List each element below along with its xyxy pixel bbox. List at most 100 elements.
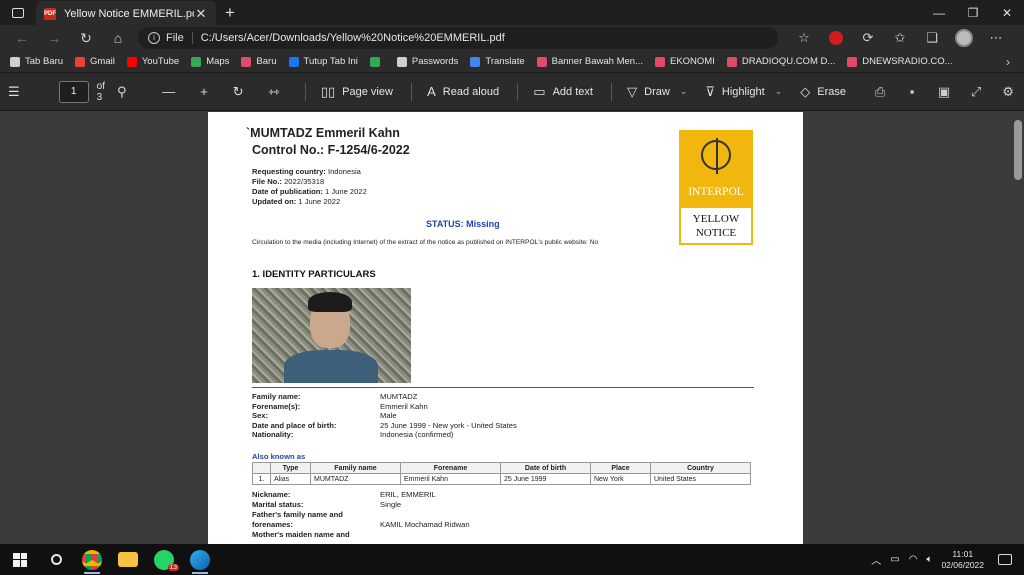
page-view-button[interactable]: ▯▯ Page view [321,84,393,100]
bookmark-label: Translate [485,56,525,67]
favorite-add-icon[interactable]: ☆ [788,30,820,46]
profile-avatar-icon[interactable] [948,29,980,47]
more-options-icon[interactable]: ⋯ [980,30,1012,46]
field-label: Nationality: [252,430,294,440]
search-icon[interactable]: ⚲ [117,84,134,100]
zoom-out-icon[interactable]: — [162,84,182,99]
home-icon[interactable]: ⌂ [102,30,134,46]
taskbar-edge[interactable] [182,544,218,575]
rotate-icon[interactable]: ↻ [233,84,251,100]
minimize-icon[interactable]: — [922,6,956,20]
field-label: forenames: [252,520,293,529]
page-number-input[interactable] [58,80,89,103]
bookmarks-more-icon[interactable]: › [1006,55,1010,69]
new-tab-button[interactable]: + [216,3,244,23]
extension-red-icon[interactable] [820,31,852,45]
bookmark-label: EKONOMI [669,56,715,67]
draw-button[interactable]: ▽ Draw ⌄ [627,84,687,100]
bookmark-item[interactable]: Tutup Tab Ini [288,56,358,67]
refresh-icon[interactable]: ↻ [70,30,102,47]
fit-width-icon[interactable]: ⇿ [269,84,287,100]
vertical-scrollbar[interactable] [1012,112,1024,544]
navigation-bar: ← → ↻ ⌂ i File C:/Users/Acer/Downloads/Y… [0,25,1024,51]
clock[interactable]: 11:01 02/06/2022 [941,549,984,571]
bookmark-item[interactable]: Gmail [75,56,115,67]
add-text-button[interactable]: ▭ Add text [533,84,593,100]
tab-actions-button[interactable] [0,0,36,25]
notifications-icon[interactable] [998,554,1012,565]
pdf-viewer[interactable]: `MUMTADZ Emmeril Kahn Control No.: F-125… [0,112,1024,544]
interpol-yellow-notice-logo: INTERPOL YELLOW NOTICE [679,130,753,245]
tab-close-icon[interactable]: ✕ [194,6,208,22]
forward-arrow-icon[interactable]: → [38,30,70,46]
save-as-icon[interactable]: ▣ [928,84,960,100]
bookmark-label: Tutup Tab Ini [303,56,358,67]
back-arrow-icon[interactable]: ← [6,30,38,46]
tray-chevron-up-icon[interactable]: ︿ [871,552,881,567]
taskbar-file-explorer[interactable] [110,544,146,575]
fullscreen-icon[interactable]: ⤢ [960,84,992,100]
volume-icon[interactable]: 🔈︎ [926,554,932,565]
clock-date: 02/06/2022 [941,559,984,570]
draw-label: Draw [644,85,670,98]
erase-button[interactable]: ◇ Erase [800,84,846,100]
start-button[interactable] [2,544,38,575]
bookmark-item[interactable]: DNEWSRADIO.CO... [847,56,953,67]
bookmark-item[interactable]: Translate [470,56,525,67]
bookmark-favicon-icon [241,56,252,67]
bookmark-label: Banner Bawah Men... [551,56,643,67]
bookmark-label: Passwords [411,56,459,67]
favorites-icon[interactable]: ✩ [884,30,916,46]
url-text[interactable]: C:/Users/Acer/Downloads/Yellow%20Notice%… [201,32,768,44]
aka-column-header: Type [270,462,311,474]
bookmark-item[interactable]: YouTube [126,56,179,67]
badge-notice-box: YELLOW NOTICE [681,208,751,243]
field-row: Forename(s): Emmeril Kahn [252,402,517,412]
close-window-icon[interactable]: ✕ [990,6,1024,20]
bookmark-item[interactable]: Baru [241,56,277,67]
bookmark-item[interactable]: EKONOMI [654,56,715,67]
restore-icon[interactable]: ❐ [956,6,990,20]
field-label: Forename(s): [252,401,301,411]
field-value: Emmeril Kahn [380,401,428,411]
taskbar-search-button[interactable] [38,544,74,575]
bookmark-item[interactable]: DRADIOQU.COM D... [726,56,835,67]
tab-pdf[interactable]: PDF Yellow Notice EMMERIL.pdf ✕ [36,1,216,26]
taskbar-chrome[interactable] [74,544,110,575]
bookmark-favicon-icon [654,56,665,67]
read-aloud-button[interactable]: A Read aloud [427,84,499,99]
aka-cell: 25 June 1999 [500,473,591,485]
field-value: ERIL, EMMERIL [380,490,436,499]
wifi-icon[interactable]: ◠ [909,554,918,565]
field-label: Sex: [252,411,269,421]
badge-line2: NOTICE [695,227,737,239]
bookmark-label: Maps [206,56,230,67]
taskbar-whatsapp[interactable]: 13 [146,544,182,575]
battery-icon[interactable]: ▭ [890,554,899,565]
collections-icon[interactable]: ❏ [916,30,948,46]
bookmark-item[interactable]: Maps [191,56,229,67]
interpol-globe-icon [701,138,731,174]
extension-icon[interactable]: ⟳ [852,30,884,46]
bookmark-item[interactable]: Banner Bawah Men... [536,56,643,67]
settings-gear-icon[interactable]: ⚙ [992,84,1024,100]
bookmark-item[interactable] [369,56,385,67]
aka-title: Also known as [252,452,306,461]
zoom-in-icon[interactable]: + [200,84,215,99]
bookmark-item[interactable]: Passwords [396,56,459,67]
chevron-down-icon[interactable]: ⌄ [680,86,688,97]
page-count: of 3 [96,80,105,103]
info-icon[interactable]: i [148,32,160,44]
scrollbar-thumb[interactable] [1014,120,1022,180]
url-scheme: File [166,32,193,44]
bookmark-item[interactable]: Tab Baru [10,56,63,67]
save-icon[interactable]: ▪ [896,84,928,99]
field-row: Marital status: Single [252,500,470,510]
address-bar[interactable]: i File C:/Users/Acer/Downloads/Yellow%20… [138,27,778,49]
highlight-button[interactable]: ⊽ Highlight ⌄ [705,84,782,100]
system-tray: ︿ ▭ ◠ 🔈︎ 11:01 02/06/2022 [871,549,1024,571]
contents-icon[interactable]: ☰ [8,84,27,100]
chevron-down-icon[interactable]: ⌄ [775,86,783,97]
read-aloud-icon: A [427,84,436,99]
print-icon[interactable]: ⎙ [864,84,896,100]
